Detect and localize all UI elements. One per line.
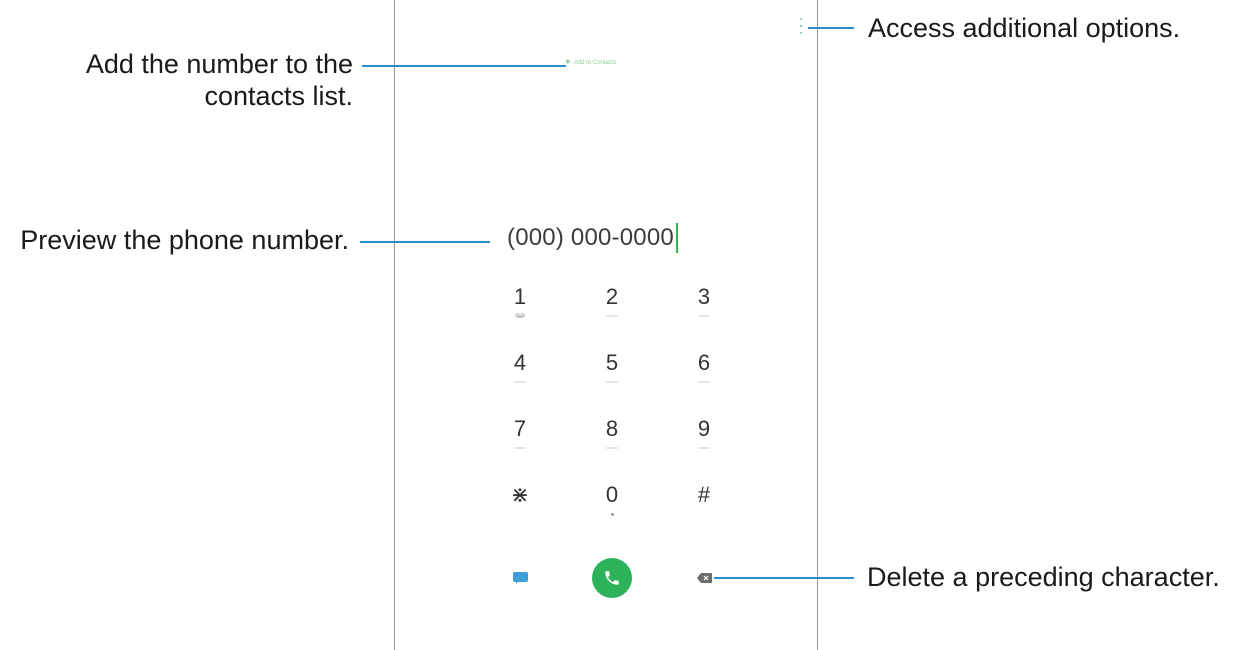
- key-digit: 6: [697, 350, 711, 375]
- key-letters: [698, 381, 710, 383]
- keypad: 1 2 3 4 5 6 7 8 9 ⋇ 0 #: [474, 283, 750, 547]
- callout-more-options: Access additional options.: [868, 13, 1181, 43]
- call-cell: [566, 558, 658, 598]
- key-digit: 8: [605, 416, 619, 441]
- callout-line-add-contact: [362, 65, 566, 67]
- callout-line-preview: [360, 241, 490, 243]
- callout-line-more-options: [808, 27, 854, 29]
- key-digit: 5: [605, 350, 619, 375]
- key-digit: 9: [697, 416, 711, 441]
- voicemail-icon: [515, 313, 525, 319]
- key-9[interactable]: 9: [658, 415, 750, 481]
- phone-icon: [605, 571, 619, 585]
- callout-delete: Delete a preceding character.: [867, 562, 1220, 592]
- callout-preview: Preview the phone number.: [20, 225, 349, 255]
- plus-indicator: [610, 513, 614, 516]
- key-digit: 4: [513, 350, 527, 375]
- key-digit: 7: [513, 416, 527, 441]
- key-digit: #: [697, 482, 711, 507]
- key-digit: 1: [513, 284, 527, 309]
- key-letters: [606, 447, 618, 449]
- key-digit: 2: [605, 284, 619, 309]
- key-letters: [698, 315, 710, 317]
- key-digit: 3: [697, 284, 711, 309]
- dialer-illustration: + Add to Contacts (000) 000-0000 1 2 3 4…: [0, 0, 1239, 650]
- key-4[interactable]: 4: [474, 349, 566, 415]
- add-to-contacts-label: Add to Contacts: [573, 60, 617, 66]
- key-star[interactable]: ⋇: [474, 481, 566, 547]
- call-button[interactable]: [592, 558, 632, 598]
- message-icon: [512, 572, 528, 584]
- callout-add-contact-line1: Add the number to the: [85, 49, 353, 79]
- key-digit: 0: [605, 482, 619, 507]
- key-8[interactable]: 8: [566, 415, 658, 481]
- key-7[interactable]: 7: [474, 415, 566, 481]
- key-letters: [514, 447, 526, 449]
- key-6[interactable]: 6: [658, 349, 750, 415]
- key-3[interactable]: 3: [658, 283, 750, 349]
- callout-add-contact-line2: contacts list.: [204, 81, 353, 111]
- key-5[interactable]: 5: [566, 349, 658, 415]
- more-vertical-icon[interactable]: [799, 18, 803, 34]
- key-digit: ⋇: [510, 482, 530, 507]
- key-0[interactable]: 0: [566, 481, 658, 547]
- key-letters: [606, 381, 618, 383]
- phone-number-field[interactable]: (000) 000-0000: [507, 220, 678, 256]
- key-1[interactable]: 1: [474, 283, 566, 349]
- callout-line-delete: [714, 577, 854, 579]
- dialer-actions: [474, 558, 750, 598]
- message-button[interactable]: [474, 558, 566, 598]
- add-to-contacts-button[interactable]: + Add to Contacts: [565, 56, 617, 70]
- callout-add-contact: Add the number to the contacts list.: [86, 48, 353, 112]
- phone-number-text: (000) 000-0000: [507, 224, 674, 251]
- text-cursor: [675, 223, 678, 253]
- key-letters: [606, 315, 618, 317]
- backspace-icon: [696, 573, 712, 583]
- key-letters: [514, 381, 526, 383]
- key-letters: [698, 447, 710, 449]
- phone-screen: + Add to Contacts (000) 000-0000 1 2 3 4…: [394, 0, 818, 650]
- key-2[interactable]: 2: [566, 283, 658, 349]
- key-hash[interactable]: #: [658, 481, 750, 547]
